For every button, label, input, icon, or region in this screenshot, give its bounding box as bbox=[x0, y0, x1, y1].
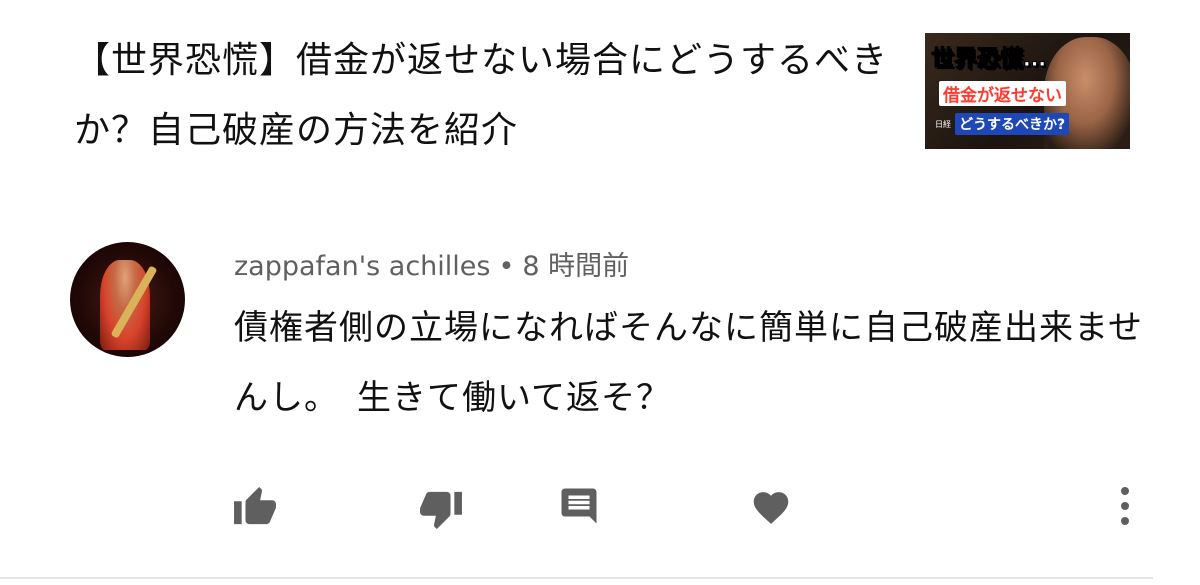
thumbnail-question: どうするべきか? bbox=[955, 113, 1070, 135]
comment-text: 債権者側の立場になればそんなに簡単に自己破産出来ませんし。 生きて働いて返そ？ bbox=[234, 308, 1143, 418]
avatar-figure bbox=[100, 260, 150, 350]
comment-author[interactable]: zappafan's achilles bbox=[234, 251, 490, 282]
meta-separator: • bbox=[498, 251, 515, 282]
comment: zappafan's achilles • 8 時間前 債権者側の立場になればそんな… bbox=[0, 230, 1200, 570]
thumb-up-icon bbox=[232, 486, 278, 526]
more-button[interactable] bbox=[1101, 482, 1149, 530]
avatar[interactable] bbox=[70, 242, 185, 357]
like-button[interactable] bbox=[231, 482, 279, 530]
comment-meta: zappafan's achilles • 8 時間前 bbox=[234, 244, 629, 283]
heart-button[interactable] bbox=[747, 482, 795, 530]
thumbnail-subline: 借金が返せない bbox=[939, 81, 1066, 106]
video-header[interactable]: 【世界恐慌】借金が返せない場合にどうするべきか？自己破産の方法を紹介 世界恐慌…… bbox=[0, 0, 1200, 190]
comment-time: 8 時間前 bbox=[522, 251, 630, 282]
reply-button[interactable] bbox=[555, 482, 603, 530]
heart-icon bbox=[750, 487, 792, 525]
thumbnail-tag: 日経 bbox=[935, 120, 951, 129]
comment-icon bbox=[558, 485, 600, 527]
video-thumbnail[interactable]: 世界恐慌… 借金が返せない 日経 どうするべきか? bbox=[925, 33, 1130, 149]
divider bbox=[0, 577, 1153, 579]
more-vertical-icon bbox=[1119, 486, 1131, 526]
video-title[interactable]: 【世界恐慌】借金が返せない場合にどうするべきか？自己破産の方法を紹介 bbox=[74, 26, 904, 166]
dislike-button[interactable] bbox=[417, 486, 465, 534]
thumb-down-icon bbox=[418, 490, 464, 530]
thumbnail-headline: 世界恐慌… bbox=[931, 46, 1047, 73]
